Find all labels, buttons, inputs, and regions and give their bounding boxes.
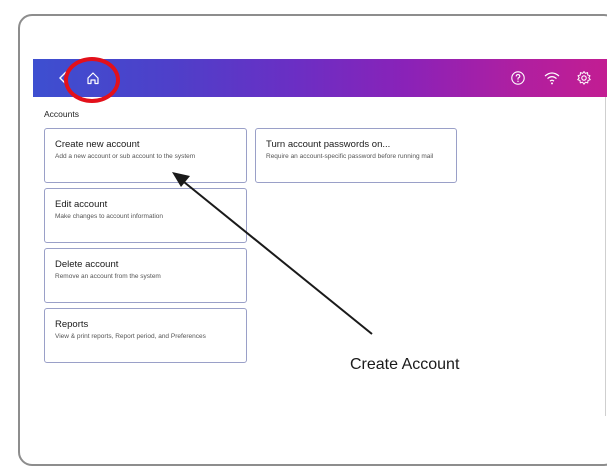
callout-arrow — [172, 172, 373, 335]
callout-label: Create Account — [350, 356, 460, 373]
